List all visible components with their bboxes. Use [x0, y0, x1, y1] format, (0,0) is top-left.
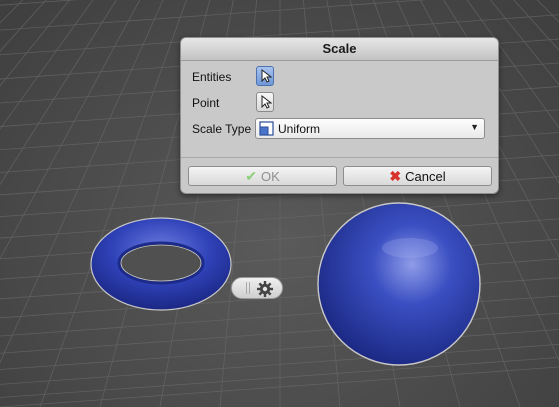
chevron-down-icon: ▼: [470, 122, 479, 132]
grid-line: [0, 0, 71, 87]
scale-type-select[interactable]: Uniform ▼: [255, 118, 485, 139]
toolbar-grip[interactable]: [246, 282, 247, 294]
point-label: Point: [192, 96, 220, 110]
entities-label: Entities: [192, 70, 232, 84]
cursor-arrow-icon: [261, 95, 272, 109]
x-icon: ✖: [389, 168, 402, 184]
grid-line: [0, 0, 7, 407]
grid-line: [0, 344, 559, 385]
dialog-title: Scale: [181, 38, 498, 61]
scale-type-label: Scale Type: [192, 122, 252, 136]
scale-type-row: Scale Type Uniform ▼: [181, 118, 498, 140]
entities-pick-button[interactable]: [256, 66, 274, 86]
cancel-button-label: Cancel: [405, 169, 446, 184]
point-pick-button[interactable]: [256, 92, 274, 112]
cancel-button[interactable]: ✖ Cancel: [343, 166, 492, 186]
grid-line: [553, 0, 559, 407]
ok-button-label: OK: [260, 169, 280, 184]
grid-line: [0, 0, 427, 31]
grid-line: [0, 0, 94, 130]
torus-object[interactable]: [90, 217, 232, 311]
grid-line: [513, 0, 559, 51]
gear-icon[interactable]: [256, 280, 274, 298]
ok-button[interactable]: ✔ OK: [188, 166, 337, 186]
cursor-arrow-icon: [261, 69, 272, 83]
sphere-object[interactable]: [317, 202, 481, 366]
scale-dialog: Scale Entities Point Scale Type Uniform …: [180, 37, 499, 194]
grid-line: [0, 0, 79, 6]
point-row: Point: [181, 92, 498, 114]
grid-line: [0, 197, 559, 239]
scale-type-value: Uniform: [278, 122, 321, 136]
grid-line: [39, 0, 187, 407]
grid-line: [0, 0, 141, 260]
uniform-scale-icon: [259, 121, 274, 136]
floating-toolbar[interactable]: [231, 277, 283, 299]
dialog-divider: [181, 157, 498, 158]
entities-row: Entities: [181, 66, 498, 88]
grid-line: [0, 218, 559, 260]
grid-line: [0, 0, 164, 364]
grid-line: [0, 0, 28, 407]
grid-line: [0, 366, 559, 407]
check-icon: ✔: [245, 168, 257, 184]
grid-line: [0, 312, 559, 354]
grid-line: [0, 0, 47, 52]
toolbar-grip[interactable]: [249, 282, 250, 294]
